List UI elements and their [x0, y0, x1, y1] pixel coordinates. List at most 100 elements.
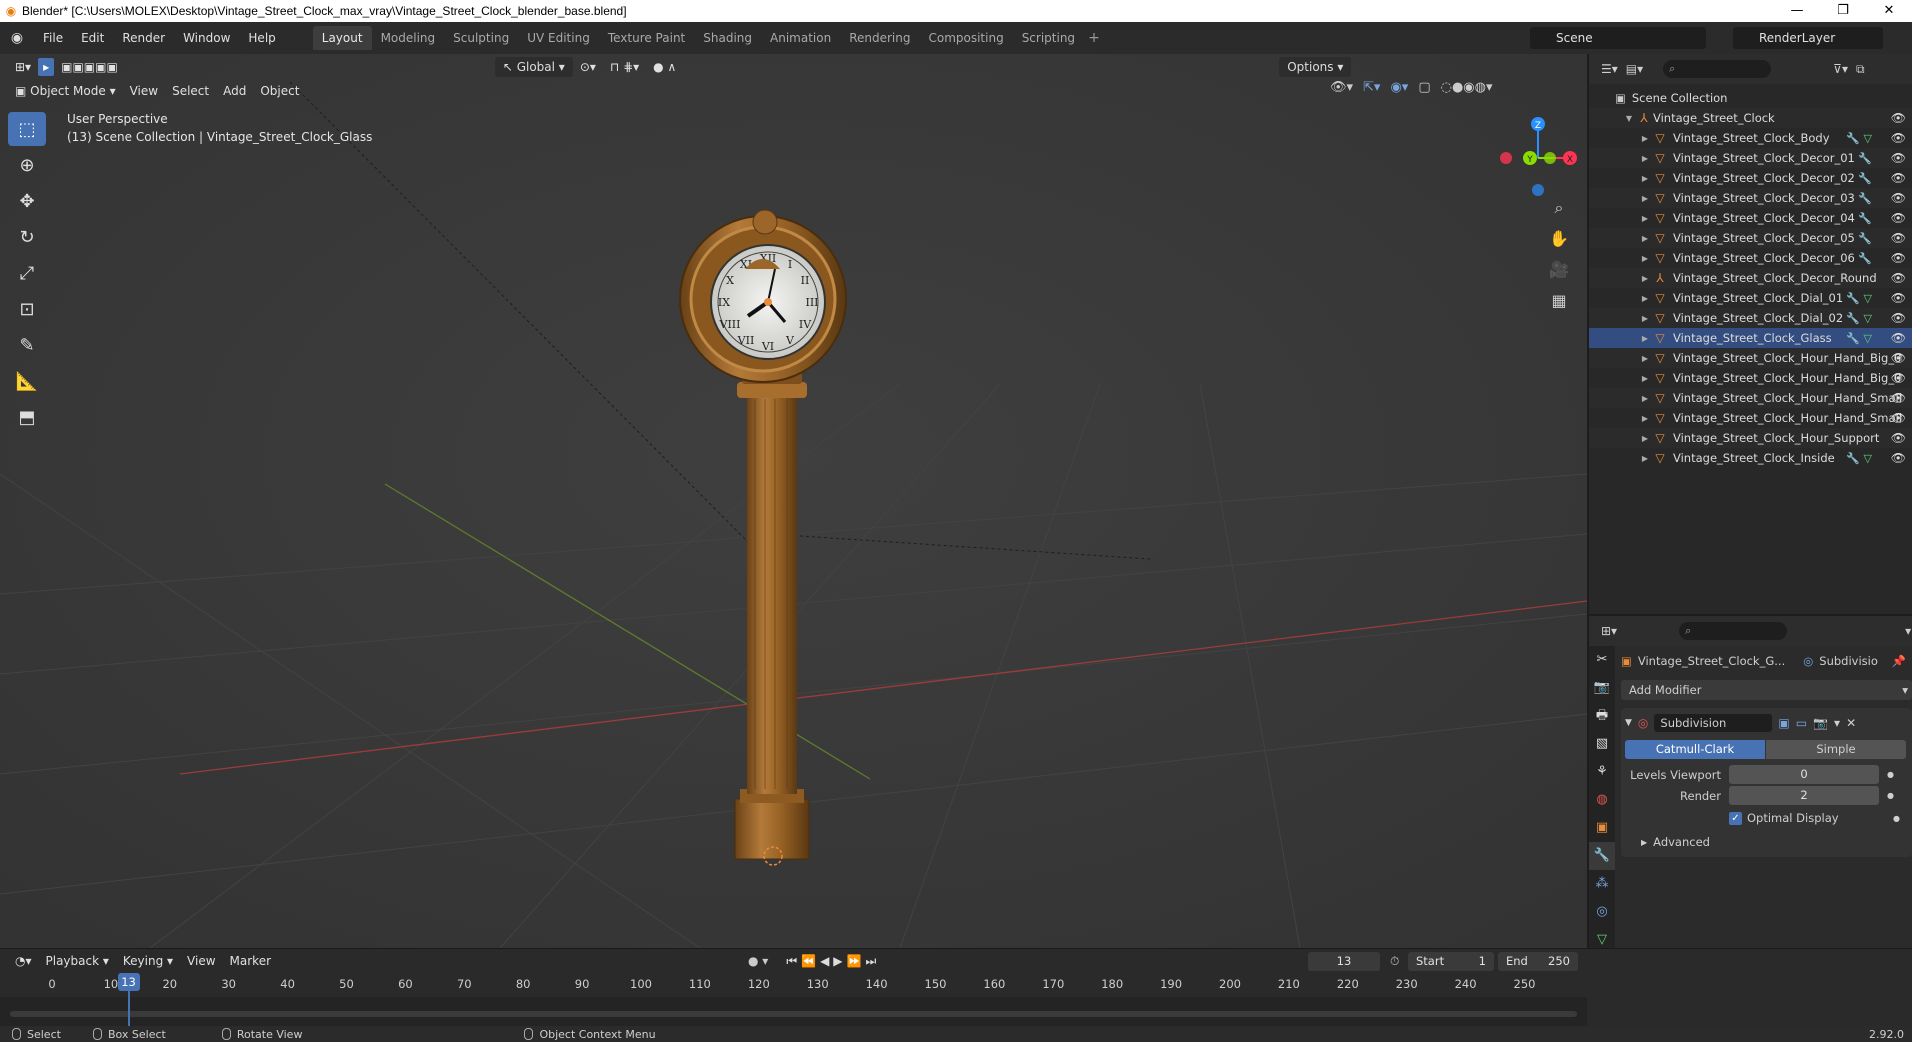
visibility-eye-icon[interactable]: 👁	[1891, 371, 1906, 385]
start-frame-field[interactable]: Start 1	[1408, 951, 1494, 971]
world-tab-icon[interactable]: ◍	[1589, 786, 1615, 814]
outliner-editor-icon[interactable]: ☰▾	[1601, 62, 1618, 76]
expand-arrow-icon[interactable]: ▶	[1639, 374, 1651, 383]
modifier-wrench-icon[interactable]: 🔧	[1858, 232, 1872, 245]
add-cube-tool-icon[interactable]: ⬒	[8, 400, 46, 434]
expand-arrow-icon[interactable]: ▶	[1639, 214, 1651, 223]
menu-marker[interactable]: Marker	[223, 951, 278, 971]
modifier-tab-icon[interactable]: 🔧	[1589, 842, 1615, 870]
tab-modeling[interactable]: Modeling	[372, 26, 445, 50]
menu-window[interactable]: Window	[174, 31, 239, 45]
tab-compositing[interactable]: Compositing	[919, 26, 1012, 50]
outliner-item[interactable]: ▶ ▽ Vintage_Street_Clock_Glass 🔧 ▽ 👁	[1589, 328, 1912, 348]
outliner-item[interactable]: ▶ ⅄ Vintage_Street_Clock_Decor_Round 👁	[1589, 268, 1912, 288]
outliner-item[interactable]: ▶ ▽ Vintage_Street_Clock_Hour_Hand_Big_0 👁	[1589, 368, 1912, 388]
visibility-eye-icon[interactable]: 👁	[1891, 451, 1906, 465]
visibility-eye-icon[interactable]: 👁	[1891, 191, 1906, 205]
menu-view[interactable]: View	[123, 81, 165, 101]
expand-arrow-icon[interactable]: ▶	[1639, 234, 1651, 243]
menu-help[interactable]: Help	[239, 31, 284, 45]
visibility-eye-icon[interactable]: 👁	[1891, 291, 1906, 305]
outliner-item[interactable]: ▶ ▽ Vintage_Street_Clock_Hour_Hand_Small 👁	[1589, 388, 1912, 408]
menu-object[interactable]: Object	[253, 81, 306, 101]
options-dropdown[interactable]: Options ▾	[1279, 57, 1352, 77]
visibility-eye-icon[interactable]: 👁	[1891, 251, 1906, 265]
menu-keying[interactable]: Keying ▾	[116, 951, 180, 971]
render-toggle-icon[interactable]: 📷	[1813, 716, 1828, 730]
frame-ruler[interactable]: 0 10 20 30 40 50 60 70 80 90 100 110 120 130 140 150 160…	[0, 973, 1587, 997]
playhead-frame[interactable]: 13	[117, 973, 140, 991]
camera-view-icon[interactable]: 🎥	[1545, 256, 1573, 284]
timeline-scrollbar[interactable]	[10, 1011, 1577, 1017]
expand-arrow-icon[interactable]: ▶	[1639, 134, 1651, 143]
display-mode-icon[interactable]: ▤▾	[1626, 62, 1643, 76]
visibility-eye-icon[interactable]: 👁	[1891, 271, 1906, 285]
properties-search-input[interactable]: ⌕	[1679, 622, 1788, 640]
collapse-icon[interactable]: ▾	[1905, 624, 1911, 638]
expand-arrow-icon[interactable]: ▶	[1639, 454, 1651, 463]
timeline-track[interactable]	[0, 997, 1587, 1027]
visibility-eye-icon[interactable]: 👁	[1891, 411, 1906, 425]
modifier-wrench-icon[interactable]: 🔧	[1858, 152, 1872, 165]
outliner-search-input[interactable]: ⌕	[1663, 60, 1772, 78]
annotate-tool-icon[interactable]: ✎	[8, 328, 46, 362]
proportional-edit-icon[interactable]: ● ∧	[646, 57, 683, 77]
modifier-wrench-icon[interactable]: 🔧	[1858, 212, 1872, 225]
new-collection-icon[interactable]: ⧉	[1856, 62, 1865, 77]
visibility-eye-icon[interactable]: 👁	[1891, 331, 1906, 345]
filter-icon[interactable]: ⊽▾	[1833, 62, 1848, 76]
outliner-item[interactable]: ▶ ▽ Vintage_Street_Clock_Hour_Support 👁	[1589, 428, 1912, 448]
playback-controls[interactable]: ⏮⏪◀▶⏩⏭	[786, 954, 880, 969]
outliner-item[interactable]: ▶ ▽ Vintage_Street_Clock_Dial_01 🔧 ▽ 👁	[1589, 288, 1912, 308]
blender-menu-icon[interactable]: ◉	[0, 30, 34, 46]
menu-file[interactable]: File	[34, 31, 72, 45]
outliner-item[interactable]: ▶ ▽ Vintage_Street_Clock_Decor_01 🔧 👁	[1589, 148, 1912, 168]
outliner-item[interactable]: ▶ ▽ Vintage_Street_Clock_Decor_02 🔧 👁	[1589, 168, 1912, 188]
pin-icon[interactable]: 📌	[1892, 654, 1906, 668]
auto-keying-icon[interactable]: ● ▾	[748, 954, 768, 968]
minimize-button[interactable]: —	[1774, 0, 1820, 22]
expand-arrow-icon[interactable]: ▶	[1639, 394, 1651, 403]
keyframe-dot-icon[interactable]: ●	[1887, 770, 1894, 779]
outliner-scene-collection[interactable]: ▣ Scene Collection	[1589, 88, 1912, 108]
modifier-menu-icon[interactable]: ▾	[1834, 716, 1840, 730]
close-window-button[interactable]: ✕	[1866, 0, 1912, 22]
modifier-wrench-icon[interactable]: 🔧 ▽	[1846, 292, 1872, 305]
editor-type-icon[interactable]: ⊞▾	[8, 57, 38, 77]
menu-edit[interactable]: Edit	[72, 31, 113, 45]
advanced-subpanel[interactable]: ▶ Advanced	[1621, 835, 1912, 849]
tool-tab-icon[interactable]: ✂	[1589, 646, 1615, 674]
menu-render[interactable]: Render	[113, 31, 174, 45]
tab-texture-paint[interactable]: Texture Paint	[599, 26, 694, 50]
object-tab-icon[interactable]: ▣	[1589, 814, 1615, 842]
modifier-wrench-icon[interactable]: 🔧	[1858, 252, 1872, 265]
modifier-wrench-icon[interactable]: 🔧	[1858, 192, 1872, 205]
expand-arrow-icon[interactable]: ▶	[1639, 334, 1651, 343]
outliner-collection-row[interactable]: ▼ ⅄ Vintage_Street_Clock 👁	[1589, 108, 1912, 128]
maximize-button[interactable]: ❐	[1820, 0, 1866, 22]
outliner-item[interactable]: ▶ ▽ Vintage_Street_Clock_Decor_05 🔧 👁	[1589, 228, 1912, 248]
select-box-tool-icon[interactable]: ⬚	[8, 112, 46, 146]
zoom-icon[interactable]: ⌕	[1545, 194, 1573, 222]
viewport-toggle-icon[interactable]: ▭	[1796, 716, 1807, 730]
modifier-name-field[interactable]: Subdivision	[1654, 714, 1773, 732]
edit-mode-toggle-icon[interactable]: ▣	[1778, 716, 1789, 730]
outliner-item[interactable]: ▶ ▽ Vintage_Street_Clock_Hour_Hand_Big_0 👁	[1589, 348, 1912, 368]
render-tab-icon[interactable]: 📷	[1589, 674, 1615, 702]
timeline-editor-icon[interactable]: ◔▾	[8, 951, 39, 971]
scale-tool-icon[interactable]: ⤢	[8, 256, 46, 290]
shading-modes-icon[interactable]: ◌●◉◍▾	[1441, 80, 1493, 95]
menu-playback[interactable]: Playback ▾	[39, 951, 116, 971]
modifier-wrench-icon[interactable]: 🔧 ▽	[1846, 312, 1872, 325]
outliner-item[interactable]: ▶ ▽ Vintage_Street_Clock_Hour_Hand_Small 👁	[1589, 408, 1912, 428]
navigation-gizmo[interactable]: Z X Y	[1488, 112, 1578, 202]
transform-tool-icon[interactable]: ⊡	[8, 292, 46, 326]
measure-tool-icon[interactable]: 📐	[8, 364, 46, 398]
render-levels-field[interactable]: 2	[1729, 786, 1879, 805]
overlay-icon[interactable]: ◉▾	[1390, 80, 1408, 95]
object-mode-dropdown[interactable]: ▣ Object Mode ▾	[8, 81, 123, 101]
remove-modifier-icon[interactable]: ✕	[1846, 716, 1856, 730]
pivot-icon[interactable]: ⊙▾	[573, 57, 603, 77]
selection-modes-icon[interactable]: ▣▣▣▣▣	[54, 57, 125, 77]
menu-add[interactable]: Add	[216, 81, 253, 101]
